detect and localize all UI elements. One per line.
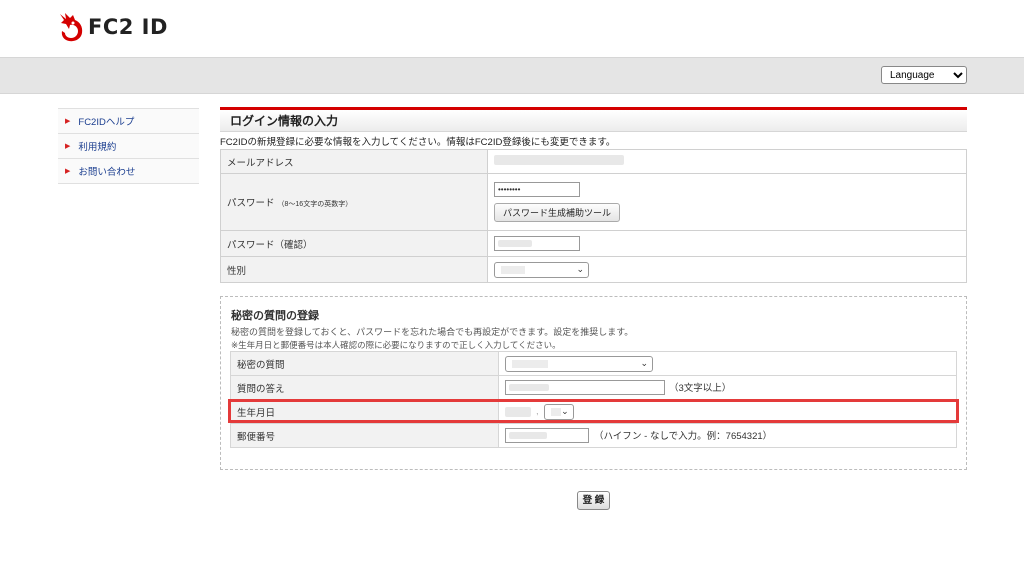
- blurred-value: [501, 265, 525, 274]
- form-row-password-confirm: パスワード（確認）: [220, 230, 967, 257]
- form-row-postal: 郵便番号 （ハイフン - なしで入力。例：7654321）: [230, 423, 957, 448]
- secret-section-desc: 秘密の質問を登録しておくと、パスワードを忘れた場合でも再設定ができます。設定を推…: [231, 326, 633, 352]
- password-label-cell: パスワード （8～16文字の英数字）: [220, 173, 488, 231]
- blurred-value: [509, 432, 547, 440]
- password-confirm-input[interactable]: [494, 236, 580, 251]
- birthday-year-blurred[interactable]: [505, 406, 531, 417]
- postal-label: 郵便番号: [230, 423, 499, 448]
- form-row-password: パスワード （8～16文字の英数字） •••••••• パスワード生成補助ツール: [220, 173, 967, 231]
- gender-cell: ⌄: [487, 256, 967, 283]
- section-title: ログイン情報の入力: [220, 107, 967, 132]
- sidebar-item-contact[interactable]: ▶ お問い合わせ: [58, 159, 199, 184]
- top-bar: Language: [0, 57, 1024, 94]
- header: FC2 ID: [0, 0, 1024, 57]
- arrow-right-icon: ▶: [65, 118, 71, 125]
- sidebar-item-label: FC2IDヘルプ: [78, 117, 135, 128]
- submit-button[interactable]: 登 録: [577, 491, 610, 510]
- blurred-value: [550, 407, 561, 416]
- answer-note: （3文字以上）: [669, 382, 732, 394]
- separator: ,: [536, 406, 539, 418]
- chevron-down-icon: ⌄: [640, 357, 648, 368]
- answer-input[interactable]: [505, 380, 665, 396]
- password-tool-button[interactable]: パスワード生成補助ツール: [494, 203, 621, 222]
- chevron-down-icon: ⌄: [561, 405, 569, 416]
- secret-desc-line1: 秘密の質問を登録しておくと、パスワードを忘れた場合でも再設定ができます。設定を推…: [231, 327, 634, 337]
- secret-question-select[interactable]: ⌄: [505, 355, 653, 372]
- sidebar-item-help[interactable]: ▶ FC2IDヘルプ: [58, 108, 199, 134]
- postal-cell: （ハイフン - なしで入力。例：7654321）: [498, 423, 957, 448]
- answer-cell: （3文字以上）: [498, 375, 957, 400]
- blurred-value: [509, 384, 549, 392]
- login-form-table: メールアドレス パスワード （8～16文字の英数字） •••••••• パスワード…: [220, 149, 967, 283]
- postal-note: （ハイフン - なしで入力。例：7654321）: [594, 430, 773, 442]
- password-note: （8～16文字の英数字）: [277, 201, 353, 208]
- fc2-logo-icon: [60, 13, 83, 42]
- password-confirm-label: パスワード（確認）: [220, 230, 488, 257]
- email-label: メールアドレス: [220, 149, 488, 174]
- section-intro: FC2IDの新規登録に必要な情報を入力してください。情報はFC2ID登録後にも変…: [220, 137, 616, 148]
- email-value: [487, 149, 967, 174]
- sidebar: ▶ FC2IDヘルプ ▶ 利用規約 ▶ お問い合わせ: [58, 108, 199, 184]
- arrow-right-icon: ▶: [65, 143, 71, 150]
- brand-name: FC2 ID: [88, 15, 168, 39]
- postal-input[interactable]: [505, 428, 589, 444]
- login-info-section: ログイン情報の入力 FC2IDの新規登録に必要な情報を入力してください。情報はF…: [220, 107, 967, 283]
- secret-question-section: 秘密の質問の登録 秘密の質問を登録しておくと、パスワードを忘れた場合でも再設定が…: [220, 296, 967, 470]
- answer-label: 質問の答え: [230, 375, 499, 400]
- password-value-cell: •••••••• パスワード生成補助ツール: [487, 173, 967, 231]
- sidebar-item-terms[interactable]: ▶ 利用規約: [58, 134, 199, 159]
- gender-label: 性別: [220, 256, 488, 283]
- question-cell: ⌄: [498, 351, 957, 376]
- secret-form-table: 秘密の質問 ⌄ 質問の答え （3文字以上） 生年月日 , ⌄ 郵便番号 （ハイフン…: [230, 351, 957, 448]
- arrow-right-icon: ▶: [65, 168, 71, 175]
- chevron-down-icon: ⌄: [576, 263, 584, 274]
- question-label: 秘密の質問: [230, 351, 499, 376]
- sidebar-item-label: 利用規約: [78, 142, 117, 153]
- blurred-value: [512, 359, 548, 368]
- form-row-birthday: 生年月日 , ⌄: [230, 399, 957, 424]
- sidebar-item-label: お問い合わせ: [78, 167, 136, 178]
- form-row-email: メールアドレス: [220, 149, 967, 174]
- blurred-value: [498, 240, 532, 247]
- form-row-answer: 質問の答え （3文字以上）: [230, 375, 957, 400]
- email-blurred: [494, 155, 624, 165]
- form-row-question: 秘密の質問 ⌄: [230, 351, 957, 376]
- secret-section-title: 秘密の質問の登録: [231, 310, 319, 322]
- birthday-label: 生年月日: [230, 399, 499, 424]
- gender-select[interactable]: ⌄: [494, 261, 589, 278]
- fc2-logo[interactable]: FC2 ID: [57, 11, 168, 43]
- password-confirm-cell: [487, 230, 967, 257]
- password-input[interactable]: ••••••••: [494, 182, 580, 197]
- password-label: パスワード: [227, 198, 275, 209]
- language-select[interactable]: Language: [881, 66, 967, 84]
- birthday-cell: , ⌄: [498, 399, 957, 424]
- birthday-select[interactable]: ⌄: [543, 403, 574, 420]
- form-row-gender: 性別 ⌄: [220, 256, 967, 283]
